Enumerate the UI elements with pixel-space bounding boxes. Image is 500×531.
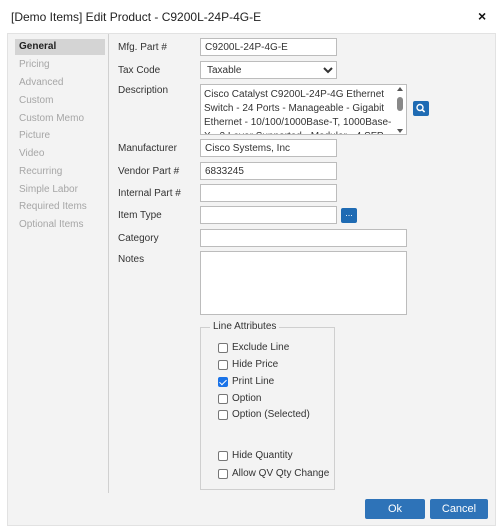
tax-code-select[interactable]: Taxable bbox=[200, 61, 337, 79]
allow-qv-qty-change-checkbox[interactable] bbox=[218, 469, 228, 479]
option-checkbox[interactable] bbox=[218, 394, 228, 404]
allow-qv-qty-change-label: Allow QV Qty Change bbox=[232, 468, 330, 479]
zoom-button[interactable] bbox=[413, 101, 429, 116]
description-textarea[interactable]: Cisco Catalyst C9200L-24P-4G Ethernet Sw… bbox=[200, 84, 407, 135]
hide-price-checkbox[interactable] bbox=[218, 360, 228, 370]
sidebar-item-general[interactable]: General bbox=[15, 39, 105, 55]
description-scrollbar[interactable] bbox=[395, 86, 405, 134]
sidebar-nav: General Pricing Advanced Custom Custom M… bbox=[8, 34, 109, 493]
line-attributes-legend: Line Attributes bbox=[210, 321, 280, 332]
sidebar-item-custom[interactable]: Custom bbox=[15, 93, 105, 109]
dialog-title: [Demo Items] Edit Product - C9200L-24P-4… bbox=[11, 10, 262, 24]
vendor-part-label: Vendor Part # bbox=[118, 166, 180, 177]
dialog-title-bar: [Demo Items] Edit Product - C9200L-24P-4… bbox=[0, 0, 500, 34]
sidebar-item-simple-labor[interactable]: Simple Labor bbox=[15, 182, 105, 198]
manufacturer-label: Manufacturer bbox=[118, 143, 177, 154]
description-text: Cisco Catalyst C9200L-24P-4G Ethernet Sw… bbox=[204, 89, 392, 134]
internal-part-label: Internal Part # bbox=[118, 188, 181, 199]
category-input[interactable] bbox=[200, 229, 407, 247]
mfg-part-input[interactable] bbox=[200, 38, 337, 56]
notes-label: Notes bbox=[118, 254, 145, 265]
manufacturer-input[interactable] bbox=[200, 139, 337, 157]
exclude-line-label: Exclude Line bbox=[232, 342, 290, 353]
sidebar-item-picture[interactable]: Picture bbox=[15, 128, 105, 144]
item-type-input[interactable] bbox=[200, 206, 337, 224]
exclude-line-checkbox[interactable] bbox=[218, 343, 228, 353]
internal-part-input[interactable] bbox=[200, 184, 337, 202]
hide-price-label: Hide Price bbox=[232, 359, 279, 370]
cancel-button[interactable]: Cancel bbox=[430, 499, 488, 519]
close-icon[interactable]: × bbox=[478, 8, 486, 24]
sidebar-item-recurring[interactable]: Recurring bbox=[15, 164, 105, 180]
item-type-lookup-button[interactable]: ... bbox=[341, 208, 357, 223]
option-label: Option bbox=[232, 393, 262, 404]
option-selected-label: Option (Selected) bbox=[232, 409, 310, 420]
scroll-thumb[interactable] bbox=[397, 97, 403, 111]
description-label: Description bbox=[118, 85, 169, 96]
scroll-down-arrow-icon[interactable] bbox=[397, 129, 403, 133]
print-line-checkbox[interactable] bbox=[218, 377, 228, 387]
dialog-body: General Pricing Advanced Custom Custom M… bbox=[7, 33, 496, 526]
ok-button[interactable]: Ok bbox=[365, 499, 425, 519]
option-selected-checkbox[interactable] bbox=[218, 410, 228, 420]
sidebar-item-advanced[interactable]: Advanced bbox=[15, 75, 105, 91]
tax-code-label: Tax Code bbox=[118, 65, 161, 76]
vendor-part-input[interactable] bbox=[200, 162, 337, 180]
sidebar-item-custom-memo[interactable]: Custom Memo bbox=[15, 111, 105, 127]
sidebar-item-optional-items[interactable]: Optional Items bbox=[15, 217, 105, 233]
hide-quantity-label: Hide Quantity bbox=[232, 450, 293, 461]
category-label: Category bbox=[118, 233, 159, 244]
sidebar-item-video[interactable]: Video bbox=[15, 146, 105, 162]
print-line-label: Print Line bbox=[232, 376, 275, 387]
magnify-icon bbox=[416, 103, 426, 113]
scroll-up-arrow-icon[interactable] bbox=[397, 87, 403, 91]
sidebar-item-pricing[interactable]: Pricing bbox=[15, 57, 105, 73]
sidebar-item-required-items[interactable]: Required Items bbox=[15, 199, 105, 215]
mfg-part-label: Mfg. Part # bbox=[118, 42, 167, 53]
item-type-label: Item Type bbox=[118, 210, 162, 221]
notes-textarea[interactable] bbox=[200, 251, 407, 315]
hide-quantity-checkbox[interactable] bbox=[218, 451, 228, 461]
